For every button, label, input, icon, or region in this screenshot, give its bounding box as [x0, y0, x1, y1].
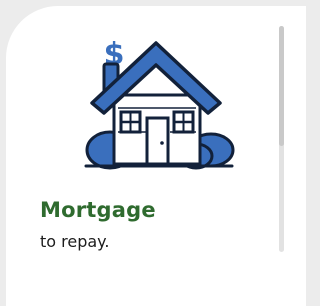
card-title: Mortgage: [40, 198, 156, 222]
window-right-icon: [172, 110, 195, 134]
window-left-icon: [119, 110, 142, 134]
card-subtitle: to repay.: [40, 232, 110, 251]
door-icon: [145, 116, 170, 166]
